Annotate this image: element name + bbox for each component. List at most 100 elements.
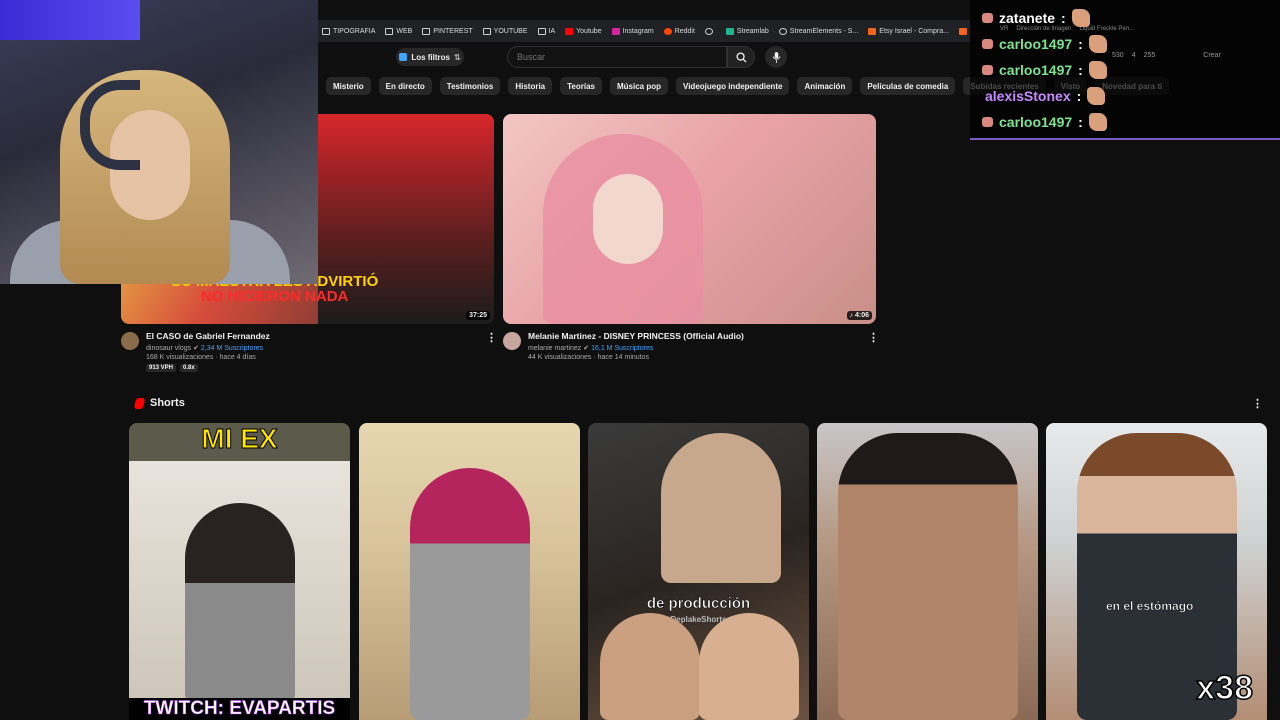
chip-5[interactable]: Música pop bbox=[610, 77, 669, 95]
chat-username: alexisStonex bbox=[985, 88, 1071, 104]
chat-message: carloo1497 : bbox=[982, 61, 1107, 79]
shorts-icon bbox=[133, 397, 146, 409]
chat-username: carloo1497 bbox=[999, 36, 1073, 52]
webcam-overlay bbox=[0, 0, 318, 284]
chat-colon: : bbox=[1076, 88, 1082, 104]
bookmark-10[interactable]: StreamElements - S... bbox=[778, 27, 858, 35]
subscriber-count: 2,34 M Suscriptores bbox=[200, 345, 264, 352]
video-title[interactable]: Melanie Martinez - DISNEY PRINCESS (Offi… bbox=[528, 331, 744, 341]
video-thumbnail-2[interactable]: ♪ 4:06 bbox=[503, 114, 876, 324]
bookmark-label: Youtube bbox=[576, 27, 602, 35]
verified-icon: ✔ bbox=[583, 345, 590, 352]
chat-colon: : bbox=[1078, 62, 1083, 78]
channel-name[interactable]: dinosaur vlogs bbox=[146, 345, 191, 352]
bookmarks-bar: TIPOGRAFIA WEB PINTEREST YOUTUBE IA Youtube In… bbox=[318, 20, 970, 42]
folder-icon bbox=[322, 27, 330, 35]
shorts-heading: Shorts bbox=[133, 397, 185, 409]
chat-badge-icon bbox=[982, 13, 993, 23]
chip-2[interactable]: Testimonios bbox=[439, 77, 501, 95]
chat-username: carloo1497 bbox=[999, 62, 1073, 78]
chip-4[interactable]: Teorías bbox=[560, 77, 602, 95]
chat-message: carloo1497 : bbox=[982, 35, 1107, 53]
short-caption-bottom: en el estómago bbox=[1106, 599, 1194, 613]
pointing-hand-emote-icon bbox=[1071, 9, 1090, 27]
streamelements-icon bbox=[778, 27, 787, 35]
chip-7[interactable]: Animación bbox=[797, 77, 853, 95]
thumbnail-caption-2: NO HICIERON NADA bbox=[200, 288, 349, 305]
chip-0[interactable]: Misterio bbox=[326, 77, 371, 95]
chat-badge-icon bbox=[982, 117, 993, 127]
short-card-2[interactable] bbox=[359, 423, 580, 720]
video-menu-icon[interactable]: ⋮ bbox=[486, 331, 497, 344]
bookmark-label: Streamlab bbox=[736, 27, 769, 35]
bookmark-12[interactable]: TuberDesigns - Ets... bbox=[958, 27, 970, 35]
video-menu-icon[interactable]: ⋮ bbox=[868, 331, 879, 344]
chat-colon: : bbox=[1061, 10, 1066, 26]
youtube-icon bbox=[565, 27, 574, 35]
vph-badge: 913 VPH bbox=[146, 364, 177, 372]
bookmark-label: Instagram bbox=[622, 27, 654, 35]
bookmark-label: YOUTUBE bbox=[493, 27, 528, 35]
folder-icon bbox=[422, 27, 431, 35]
ratio-badge: 0.8x bbox=[180, 364, 198, 372]
search-input[interactable] bbox=[508, 47, 726, 67]
chat-message: zatanete : bbox=[982, 9, 1090, 27]
short-caption-bottom: de producción bbox=[646, 595, 751, 613]
bookmark-7[interactable]: Reddit bbox=[663, 27, 695, 35]
bookmark-0[interactable]: TIPOGRAFIA bbox=[322, 27, 376, 35]
chat-message: alexisStonex : bbox=[985, 87, 1106, 105]
voice-search-button[interactable] bbox=[765, 46, 787, 68]
microphone-icon bbox=[772, 51, 780, 63]
bookmark-5[interactable]: Youtube bbox=[565, 27, 602, 35]
folder-icon bbox=[385, 27, 394, 35]
shorts-menu-icon[interactable]: ⋮ bbox=[1252, 397, 1263, 410]
bookmark-9[interactable]: Streamlab bbox=[725, 27, 769, 35]
chip-1[interactable]: En directo bbox=[378, 77, 432, 95]
duration-text: 4:06 bbox=[854, 312, 869, 319]
bookmark-label: TIPOGRAFIA bbox=[333, 27, 376, 35]
bookmark-6[interactable]: Instagram bbox=[611, 27, 654, 35]
channel-avatar[interactable] bbox=[503, 332, 521, 350]
short-card-3[interactable]: de producción DeplakeShorts bbox=[588, 423, 809, 720]
pointing-hand-emote-icon bbox=[1087, 87, 1106, 105]
filters-button[interactable]: Los filtros ⇅ bbox=[396, 48, 464, 66]
etsy-icon bbox=[958, 27, 967, 35]
bg-text: 255 bbox=[1143, 52, 1156, 59]
chip-3[interactable]: Historia bbox=[508, 77, 553, 95]
channel-line: melanie martinez ✔ 16,1 M Suscriptores bbox=[528, 344, 744, 352]
short-card-4[interactable] bbox=[817, 423, 1038, 720]
bookmark-4[interactable]: IA bbox=[537, 27, 555, 35]
video-title[interactable]: El CASO de Gabriel Fernandez bbox=[146, 331, 270, 341]
bookmark-label: WEB bbox=[396, 27, 413, 35]
bookmark-2[interactable]: PINTEREST bbox=[422, 27, 473, 35]
short-card-5[interactable]: en el estómago x38 bbox=[1046, 423, 1267, 720]
bookmark-8[interactable] bbox=[704, 27, 716, 35]
filters-icon bbox=[399, 53, 408, 61]
channel-name[interactable]: melanie martinez bbox=[528, 345, 581, 352]
filters-label: Los filtros bbox=[411, 52, 450, 62]
video-info-1: El CASO de Gabriel Fernandez dinosaur vl… bbox=[146, 331, 270, 372]
sliders-icon: ⇅ bbox=[453, 52, 461, 62]
subscriber-count: 16,1 M Suscriptores bbox=[591, 345, 654, 352]
bg-text: 4 bbox=[1131, 52, 1136, 59]
instagram-icon bbox=[611, 27, 620, 35]
chat-background-stats: 530 4 255 Crear bbox=[1112, 52, 1221, 59]
bookmark-label: PINTEREST bbox=[433, 27, 473, 35]
bookmark-label: Reddit bbox=[674, 27, 695, 35]
verified-icon: ✔ bbox=[193, 345, 199, 352]
bookmark-1[interactable]: WEB bbox=[385, 27, 413, 35]
chat-badge-icon bbox=[982, 65, 993, 75]
short-card-1[interactable]: MI EX TWITCH: EVAPARTIS bbox=[129, 423, 350, 720]
search-button[interactable] bbox=[727, 46, 755, 68]
channel-line: dinosaur vlogs ✔ 2,34 M Suscriptores bbox=[146, 344, 270, 352]
folder-icon bbox=[482, 27, 491, 35]
bookmark-label: Etsy Israel - Compra... bbox=[879, 27, 949, 35]
bookmark-11[interactable]: Etsy Israel - Compra... bbox=[868, 27, 949, 35]
chip-8[interactable]: Películas de comedia bbox=[860, 77, 956, 95]
chat-message: carloo1497 : bbox=[982, 113, 1107, 131]
chip-6[interactable]: Videojuego independiente bbox=[676, 77, 790, 95]
bookmark-3[interactable]: YOUTUBE bbox=[482, 27, 528, 35]
short-caption-top: MI EX bbox=[201, 423, 278, 455]
video-stats: 44 K visualizaciones · hace 14 minutos bbox=[528, 354, 650, 361]
channel-avatar[interactable] bbox=[121, 332, 139, 350]
